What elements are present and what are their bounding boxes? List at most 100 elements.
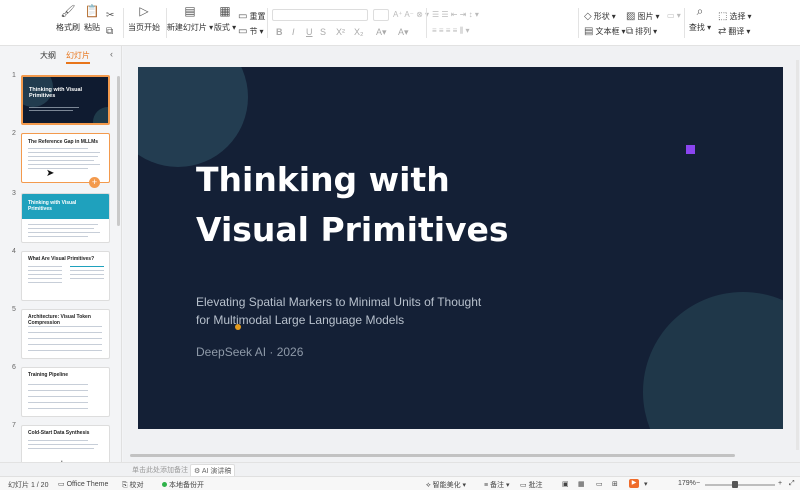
play-circle-icon: ▷ (139, 4, 149, 18)
new-slide-label: 新建幻灯片 ▾ (166, 23, 214, 32)
proofread-button[interactable]: ⎘ 校对 (122, 480, 144, 490)
select-button[interactable]: ⬚ 选择 ▾ (718, 11, 751, 22)
bold-button[interactable]: B (276, 27, 283, 37)
orange-dot-accent (235, 324, 241, 330)
font-size-buttons[interactable]: A⁺ A⁻ ⊗ ▾ (393, 10, 429, 19)
divider (267, 8, 268, 38)
strikethrough-button[interactable]: S (320, 27, 326, 37)
zoom-out-icon[interactable]: − (696, 480, 700, 487)
picture-icon: ▨ (626, 11, 636, 22)
reading-view-icon[interactable]: ▭ (596, 480, 603, 488)
insert-line (28, 182, 88, 183)
font-size-field[interactable] (373, 9, 389, 21)
zoom-slider[interactable] (705, 484, 775, 486)
new-slide-icon: ▤ (184, 4, 196, 18)
arrange-button[interactable]: ⧉ 排列 ▾ (626, 26, 657, 37)
horizontal-scrollbar[interactable] (130, 454, 735, 457)
presenter-view-icon[interactable]: ⊞ (612, 480, 618, 488)
superscript-button[interactable]: X² (336, 27, 345, 37)
backup-status[interactable]: 本地备份开 (162, 480, 204, 490)
reset-button[interactable]: ▭ 重置 (238, 11, 265, 22)
paste-icon: 📋 (84, 4, 100, 18)
normal-view-icon[interactable]: ▣ (562, 480, 569, 488)
copy-icon: ⧉ (106, 26, 114, 37)
notes-placeholder[interactable]: 单击此处添加备注 (132, 465, 188, 475)
slide-author[interactable]: DeepSeek AI · 2026 (196, 345, 303, 359)
sorter-view-icon[interactable]: ▦ (578, 480, 585, 488)
fit-window-icon[interactable]: ⤢ (789, 480, 795, 488)
tab-slides[interactable]: 幻灯片 (66, 50, 90, 64)
thumbnail-slide-2[interactable]: The Reference Gap in MLLMs (21, 133, 110, 183)
notes-bar: 单击此处添加备注 ⚙ AI 演讲稿 (0, 462, 800, 478)
thumbnail-slide-1[interactable]: Thinking with Visual Primitives (21, 75, 110, 125)
new-slide-button[interactable]: ▤ 新建幻灯片 ▾ (166, 4, 214, 33)
play-slideshow-icon[interactable]: ▶ (629, 479, 639, 488)
theme-icon: ▭ (58, 481, 65, 488)
beautify-button[interactable]: ⟡ 智能美化 ▾ (426, 480, 466, 490)
highlight-button[interactable]: A▾ (398, 27, 409, 38)
more-insert-button[interactable]: ▭ ▾ (667, 11, 681, 20)
decorative-circle-bottom (643, 292, 783, 429)
textbox-icon: ▤ (584, 26, 594, 37)
layout-icon: ▦ (219, 4, 231, 18)
translate-icon: ⇄ (718, 26, 727, 37)
zoom-slider-handle[interactable] (732, 481, 738, 488)
cursor-icon: ⬚ (718, 11, 728, 22)
slide-canvas: Thinking with Visual Primitives Elevatin… (123, 46, 800, 462)
backup-dot-icon (162, 482, 167, 487)
purple-square-accent (686, 145, 695, 154)
divider (426, 8, 427, 38)
slide-thumbnail-panel: 大纲 幻灯片 ‹ 1 Thinking with Visual Primitiv… (0, 46, 122, 476)
slide-count: 幻灯片 1 / 20 (8, 482, 49, 489)
add-slide-icon[interactable]: + (89, 177, 100, 188)
decorative-circle-top (138, 67, 248, 167)
section-button[interactable]: ▭ 节 ▾ (238, 26, 263, 37)
divider (578, 8, 579, 38)
thumbnail-slide-5[interactable]: Architecture: Visual Token Compression (21, 309, 110, 359)
panel-tabs: 大纲 幻灯片 (40, 50, 90, 64)
zoom-in-icon[interactable]: + (778, 480, 782, 487)
subscript-button[interactable]: X₂ (354, 27, 364, 37)
search-icon: ⌕ (696, 3, 704, 18)
current-slide[interactable]: Thinking with Visual Primitives Elevatin… (138, 67, 783, 429)
shape-button[interactable]: ◇ 形状 ▾ (584, 11, 616, 22)
theme-name[interactable]: ▭ Office Theme (58, 480, 108, 488)
thumbnail-scrollbar[interactable] (117, 76, 120, 226)
copy-button[interactable]: ⧉ (106, 26, 113, 37)
zoom-level[interactable]: 179% (678, 480, 696, 487)
layout-label: 版式 ▾ (213, 23, 237, 32)
cut-button[interactable]: ✂ (106, 10, 114, 21)
italic-button[interactable]: I (292, 27, 295, 37)
layout-button[interactable]: ▦ 版式 ▾ (210, 4, 240, 33)
find-label: 查找 ▾ (688, 23, 712, 32)
arrange-icon: ⧉ (626, 26, 634, 37)
comments-button[interactable]: ▭ 批注 (520, 480, 543, 490)
thumbnail-list: 1 Thinking with Visual Primitives 2 The … (0, 70, 120, 462)
align-buttons[interactable]: ≡ ≡ ≡ ≡ ⫼ ▾ (432, 26, 469, 36)
thumbnail-slide-3[interactable]: Thinking with Visual Primitives (21, 193, 110, 243)
notes-toggle-button[interactable]: ≡ 备注 ▾ (484, 480, 510, 490)
font-color-button[interactable]: A▾ (376, 27, 387, 38)
textbox-button[interactable]: ▤ 文本框 ▾ (584, 26, 625, 37)
shape-icon: ◇ (584, 11, 592, 22)
font-name-field[interactable] (272, 9, 368, 21)
section-icon: ▭ (238, 26, 248, 37)
thumbnail-slide-6[interactable]: Training Pipeline (21, 367, 110, 417)
underline-button[interactable]: U (306, 27, 313, 37)
play-dropdown-icon[interactable]: ▾ (644, 480, 648, 488)
list-buttons[interactable]: ☰ ☰ ⇤ ⇥ ↕ ▾ (432, 10, 479, 19)
scissors-icon: ✂ (106, 10, 115, 21)
start-from-current-button[interactable]: ▷ 当页开始 (122, 4, 166, 33)
slide-title[interactable]: Thinking with Visual Primitives (196, 155, 509, 255)
translate-button[interactable]: ⇄ 翻译 ▾ (718, 26, 750, 37)
cursor-icon: ➤ (46, 168, 55, 179)
reset-icon: ▭ (238, 11, 248, 22)
status-bar: 幻灯片 1 / 20 ▭ Office Theme ⎘ 校对 本地备份开 ⟡ 智… (0, 476, 800, 490)
ribbon-toolbar: 🖌 格式刷 📋 粘贴 ✂ ⧉ ▷ 当页开始 ▤ 新建幻灯片 ▾ ▦ 版式 ▾ ▭… (0, 0, 800, 46)
picture-button[interactable]: ▨ 图片 ▾ (626, 11, 659, 22)
thumbnail-slide-4[interactable]: What Are Visual Primitives? (21, 251, 110, 301)
vertical-scrollbar[interactable] (796, 60, 799, 450)
find-button[interactable]: ⌕ 查找 ▾ (682, 4, 718, 33)
collapse-panel-icon[interactable]: ‹ (110, 49, 113, 59)
tab-outline[interactable]: 大纲 (40, 50, 56, 64)
